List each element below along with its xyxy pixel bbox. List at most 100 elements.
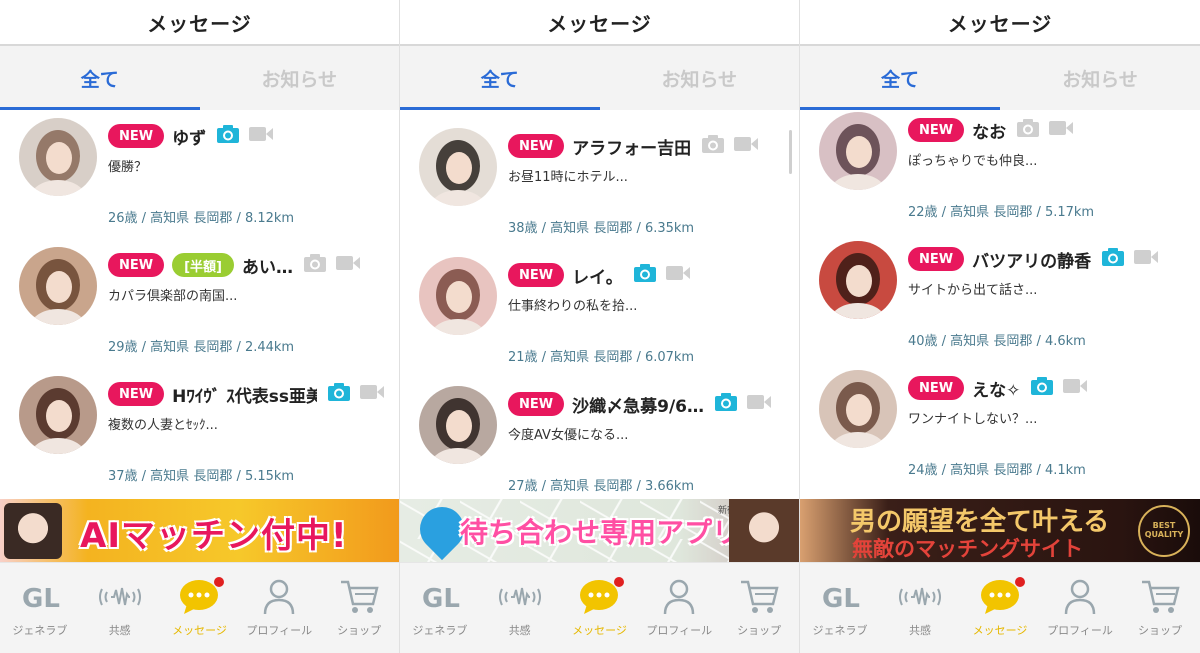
camera-icon[interactable] bbox=[1101, 247, 1125, 271]
avatar[interactable] bbox=[819, 112, 897, 190]
person-icon bbox=[262, 577, 296, 617]
message-list: NEW ゆず 優勝？ 26歳 / 高知県 長岡郡 / 8.12km NEW [半額] あい…… bbox=[0, 110, 399, 499]
video-icon[interactable] bbox=[665, 264, 691, 286]
bottom-nav: GL ジェネラブ 共感 メッセージ プロフィール ショップ bbox=[400, 562, 799, 653]
user-meta: 26歳 / 高知県 長岡郡 / 8.12km bbox=[108, 211, 295, 226]
video-icon[interactable] bbox=[1062, 377, 1088, 399]
nav-item-cart[interactable]: ショップ bbox=[319, 563, 399, 653]
nav-item-person[interactable]: プロフィール bbox=[239, 563, 319, 653]
bottom-nav: GL ジェネラブ 共感 メッセージ プロフィール ショップ bbox=[0, 562, 399, 653]
camera-icon[interactable] bbox=[633, 263, 657, 287]
video-icon[interactable] bbox=[1133, 248, 1159, 270]
nav-item-genelove-logo[interactable]: GL ジェネラブ bbox=[0, 563, 80, 653]
video-icon[interactable] bbox=[733, 135, 759, 157]
header-bar: メッセージ bbox=[400, 0, 799, 46]
nav-item-cart[interactable]: ショップ bbox=[1120, 563, 1200, 653]
tab-bar: 全て お知らせ bbox=[400, 46, 799, 110]
person-icon bbox=[662, 577, 696, 617]
nav-item-wave[interactable]: 共感 bbox=[880, 563, 960, 653]
tab-notifications[interactable]: お知らせ bbox=[1000, 46, 1200, 110]
camera-icon[interactable] bbox=[327, 382, 351, 406]
page-title: メッセージ bbox=[147, 11, 252, 36]
media-icons bbox=[303, 253, 361, 277]
ad-banner[interactable]: 待ち合わせ専用アプリ 新宿 bbox=[400, 499, 799, 562]
camera-icon[interactable] bbox=[303, 253, 327, 277]
notification-dot bbox=[214, 577, 225, 587]
camera-icon[interactable] bbox=[1016, 118, 1040, 142]
media-icons bbox=[327, 382, 385, 406]
camera-icon[interactable] bbox=[701, 134, 725, 158]
tab-all[interactable]: 全て bbox=[0, 46, 200, 110]
video-icon[interactable] bbox=[1048, 119, 1074, 141]
user-name: 沙織〆急募9/6… bbox=[572, 396, 704, 417]
video-icon[interactable] bbox=[248, 125, 274, 147]
ad-banner[interactable]: AIマッチン付中! bbox=[0, 499, 399, 562]
nav-item-genelove-logo[interactable]: GL ジェネラブ bbox=[400, 563, 480, 653]
nav-item-wave[interactable]: 共感 bbox=[480, 563, 560, 653]
avatar[interactable] bbox=[419, 386, 497, 464]
tab-notifications[interactable]: お知らせ bbox=[600, 46, 800, 110]
nav-item-genelove-logo[interactable]: GL ジェネラブ bbox=[800, 563, 880, 653]
video-icon[interactable] bbox=[746, 393, 772, 415]
nav-item-chat-bubble[interactable]: メッセージ bbox=[160, 563, 240, 653]
list-item[interactable]: NEW ゆず 優勝？ 26歳 / 高知県 長岡郡 / 8.12km bbox=[0, 110, 399, 239]
tab-all[interactable]: 全て bbox=[400, 46, 600, 110]
video-icon[interactable] bbox=[335, 254, 361, 276]
genelove-logo-icon: GL bbox=[20, 577, 60, 617]
genelove-logo-icon: GL bbox=[420, 577, 460, 617]
nav-item-person[interactable]: プロフィール bbox=[639, 563, 719, 653]
header-bar: メッセージ bbox=[0, 0, 399, 46]
nav-label: ショップ bbox=[1138, 624, 1182, 637]
nav-label: 共感 bbox=[909, 624, 931, 637]
nav-label: メッセージ bbox=[172, 624, 227, 637]
list-item[interactable]: NEW レイ。 仕事終わりの私を拾... 21歳 / 高知県 長岡郡 / 6.07km bbox=[400, 249, 799, 378]
nav-item-person[interactable]: プロフィール bbox=[1040, 563, 1120, 653]
list-item[interactable]: NEW アラフォー吉田 お昼11時にホテル... 38歳 / 高知県 長岡郡 / 6.… bbox=[400, 120, 799, 249]
name-row: NEW なお bbox=[908, 116, 1186, 144]
camera-icon[interactable] bbox=[216, 124, 240, 148]
user-meta: 38歳 / 高知県 長岡郡 / 6.35km bbox=[508, 221, 695, 236]
list-item[interactable]: NEW [半額] あい… カパラ倶楽部の南国... 29歳 / 高知県 長岡郡 / 2.… bbox=[0, 239, 399, 368]
video-icon[interactable] bbox=[359, 383, 385, 405]
tab-bar: 全て お知らせ bbox=[800, 46, 1200, 110]
page-title: メッセージ bbox=[547, 11, 652, 36]
ad-banner[interactable]: 男の願望を全て叶える 無敵のマッチングサイト BEST QUALITY bbox=[800, 499, 1200, 562]
nav-label: メッセージ bbox=[572, 624, 627, 637]
banner-text: 待ち合わせ専用アプリ bbox=[460, 516, 741, 549]
media-icons bbox=[714, 392, 772, 416]
messages-screen: メッセージ 全て お知らせ NEW ゆず 優勝？ 26歳 / 高知県 長岡郡 / 8.12k… bbox=[0, 0, 400, 653]
messages-screen: メッセージ 全て お知らせ NEW なお ぽっちゃりでも仲良... 22歳 / 高知県 長岡… bbox=[800, 0, 1200, 653]
avatar[interactable] bbox=[19, 376, 97, 454]
svg-text:GL: GL bbox=[422, 584, 460, 613]
message-list: NEW アラフォー吉田 お昼11時にホテル... 38歳 / 高知県 長岡郡 / 6.… bbox=[400, 110, 799, 499]
avatar[interactable] bbox=[819, 241, 897, 319]
list-item[interactable]: NEW 沙織〆急募9/6… 今度AV女優になる... 27歳 / 高知県 長岡郡 / … bbox=[400, 378, 799, 499]
list-item[interactable]: NEW えな✧ ワンナイトしない？... 24歳 / 高知県 長岡郡 / 4.1km bbox=[800, 362, 1200, 491]
cart-icon bbox=[339, 577, 379, 617]
camera-icon[interactable] bbox=[1030, 376, 1054, 400]
media-icons bbox=[1030, 376, 1088, 400]
svg-text:GL: GL bbox=[22, 584, 60, 613]
header-bar: メッセージ bbox=[800, 0, 1200, 46]
scrollbar[interactable] bbox=[789, 130, 792, 174]
camera-icon[interactable] bbox=[714, 392, 738, 416]
avatar[interactable] bbox=[819, 370, 897, 448]
avatar[interactable] bbox=[19, 247, 97, 325]
list-item[interactable]: NEW なお ぽっちゃりでも仲良... 22歳 / 高知県 長岡郡 / 5.17km bbox=[800, 110, 1200, 233]
avatar[interactable] bbox=[419, 128, 497, 206]
name-row: NEW えな✧ bbox=[908, 374, 1186, 402]
tab-notifications[interactable]: お知らせ bbox=[200, 46, 400, 110]
avatar[interactable] bbox=[19, 118, 97, 196]
avatar[interactable] bbox=[419, 257, 497, 335]
nav-item-cart[interactable]: ショップ bbox=[719, 563, 799, 653]
tab-all[interactable]: 全て bbox=[800, 46, 1000, 110]
nav-item-chat-bubble[interactable]: メッセージ bbox=[560, 563, 640, 653]
nav-label: 共感 bbox=[108, 624, 131, 637]
list-item[interactable]: NEW Hﾜｲｳﾞ ｽ代表ss亜美 複数の人妻とｾｯｸ... 37歳 / 高知県 長岡… bbox=[0, 368, 399, 497]
nav-item-chat-bubble[interactable]: メッセージ bbox=[960, 563, 1040, 653]
nav-item-wave[interactable]: 共感 bbox=[80, 563, 160, 653]
list-item[interactable]: NEW バツアリの静香 サイトから出て話さ... 40歳 / 高知県 長岡郡 / 4.… bbox=[800, 233, 1200, 362]
message-preview: 優勝？ bbox=[108, 160, 148, 175]
wave-icon bbox=[98, 577, 142, 617]
nav-label: ショップ bbox=[737, 624, 782, 637]
